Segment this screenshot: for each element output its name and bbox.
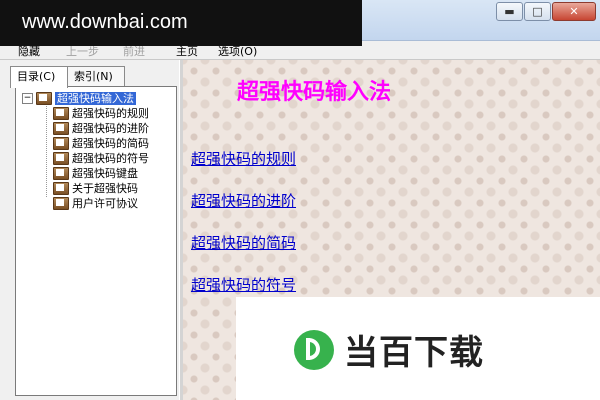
- close-button[interactable]: ✕: [552, 2, 596, 21]
- watermark-banner: www.downbai.com: [0, 0, 362, 46]
- tree-item-license[interactable]: 用户许可协议: [53, 196, 138, 210]
- tree-item-label: 超强快码的简码: [72, 137, 149, 150]
- tree-item-label: 用户许可协议: [72, 197, 138, 210]
- tree-item-label: 超强快码的符号: [72, 152, 149, 165]
- link-shortcodes[interactable]: 超强快码的简码: [191, 232, 296, 253]
- watermark-logo-text: 当百下载: [344, 333, 484, 373]
- tree-item-rules[interactable]: 超强快码的规则: [53, 106, 149, 120]
- tree-item-keyboard[interactable]: 超强快码键盘: [53, 166, 138, 180]
- page-icon: [53, 106, 69, 120]
- navigation-pane: 目录(C) 索引(N) − 超强快码输入法 超强快码的规则 超强快码的进阶 超强…: [0, 60, 179, 400]
- window-controls: ▬ □ ✕: [496, 2, 596, 21]
- tree-item-label: 超强快码的规则: [72, 107, 149, 120]
- page-icon: [53, 136, 69, 150]
- page-icon: [53, 181, 69, 195]
- page-icon: [53, 121, 69, 135]
- maximize-button[interactable]: □: [524, 2, 551, 21]
- tree-root-label: 超强快码输入法: [55, 91, 136, 105]
- tree-item-symbols[interactable]: 超强快码的符号: [53, 151, 149, 165]
- tab-index[interactable]: 索引(N): [67, 66, 125, 87]
- tree-item-label: 超强快码的进阶: [72, 122, 149, 135]
- page-title: 超强快码输入法: [237, 80, 392, 105]
- link-symbols[interactable]: 超强快码的符号: [191, 274, 296, 295]
- page-icon: [53, 151, 69, 165]
- link-rules[interactable]: 超强快码的规则: [191, 148, 296, 169]
- link-advanced[interactable]: 超强快码的进阶: [191, 190, 296, 211]
- tree-connector: [46, 103, 48, 197]
- collapse-toggle[interactable]: −: [22, 92, 33, 104]
- minimize-button[interactable]: ▬: [496, 2, 523, 21]
- tree-item-label: 超强快码键盘: [72, 167, 138, 180]
- tree-root-item[interactable]: − 超强快码输入法: [22, 91, 136, 105]
- contents-tree: − 超强快码输入法 超强快码的规则 超强快码的进阶 超强快码的简码 超强快码的符…: [15, 86, 177, 396]
- tree-item-label: 关于超强快码: [72, 182, 138, 195]
- watermark-logo-banner: 当百下载: [236, 297, 600, 400]
- tab-contents[interactable]: 目录(C): [10, 66, 68, 88]
- tree-item-advanced[interactable]: 超强快码的进阶: [53, 121, 149, 135]
- page-icon: [53, 166, 69, 180]
- book-open-icon: [36, 91, 52, 105]
- page-icon: [53, 196, 69, 210]
- tree-item-shortcodes[interactable]: 超强快码的简码: [53, 136, 149, 150]
- tree-item-about[interactable]: 关于超强快码: [53, 181, 138, 195]
